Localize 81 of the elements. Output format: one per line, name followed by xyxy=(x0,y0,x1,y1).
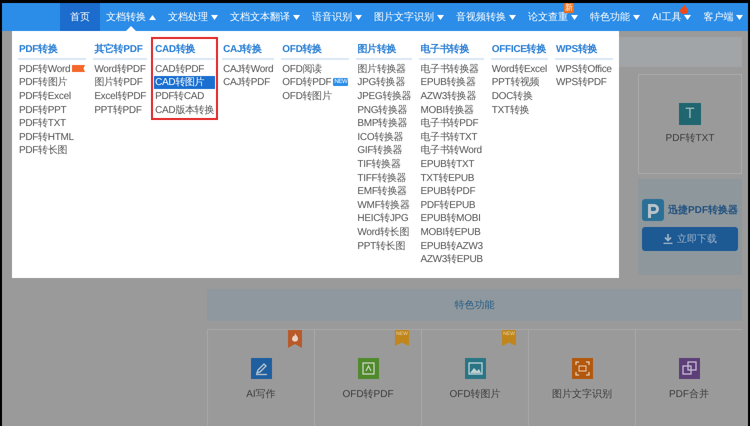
menu-item[interactable]: TXT转EPUB xyxy=(419,170,484,184)
new-badge: 新 xyxy=(564,3,574,13)
feature-label: OFD转图片 xyxy=(449,388,501,401)
text-file-icon: T xyxy=(679,103,701,125)
menu-item[interactable]: TIF转换器 xyxy=(356,157,412,171)
column-heading: CAJ转换 xyxy=(222,41,274,60)
menu-item[interactable]: 电子书转PDF xyxy=(419,116,484,130)
column-heading: 电子书转换 xyxy=(419,41,484,60)
menu-item[interactable]: JPG转换器 xyxy=(356,76,412,90)
feature-label: PDF合并 xyxy=(669,388,709,401)
menu-item[interactable]: TIFF转换器 xyxy=(356,170,412,184)
menu-item[interactable]: Word转PDF xyxy=(93,62,148,76)
column-heading: 图片转换 xyxy=(356,41,412,60)
menu-item[interactable]: MOBI转换器 xyxy=(419,102,484,116)
menu-item[interactable]: JPEG转换器 xyxy=(356,89,412,103)
menu-item[interactable]: PPT转长图 xyxy=(356,238,412,252)
menu-item[interactable]: PDF转CAD xyxy=(154,89,216,103)
menu-item[interactable]: HEIC转JPG xyxy=(356,212,412,226)
menu-item[interactable]: Word转长图 xyxy=(356,225,412,239)
menu-item[interactable]: TXT转换 xyxy=(490,102,548,116)
menu-item[interactable]: 图片转换器 xyxy=(356,62,412,76)
menu-item[interactable]: CAD版本转换 xyxy=(154,102,216,116)
menu-item[interactable]: CAJ转Word xyxy=(222,62,274,76)
menu-item[interactable]: CAD转PDF xyxy=(154,62,216,76)
menu-item[interactable]: PDF转Word xyxy=(18,62,86,76)
nav-item[interactable]: 首页 xyxy=(60,3,100,31)
menu-item[interactable]: DOC转换 xyxy=(490,89,548,103)
menu-item[interactable]: WPS转Office xyxy=(554,62,613,76)
feature-card[interactable]: 图片文字识别 xyxy=(528,329,635,426)
tool-card[interactable]: T PDF转TXT xyxy=(638,74,742,174)
section-header: 特色功能 xyxy=(207,289,742,321)
menu-item[interactable]: 电子书转Word xyxy=(419,144,484,158)
column-heading: CAD转换 xyxy=(154,41,216,60)
feature-label: AI写作 xyxy=(246,388,276,401)
feature-label: 图片文字识别 xyxy=(552,388,612,401)
menu-item[interactable]: EPUB转TXT xyxy=(419,157,484,171)
menu-item[interactable]: 电子书转换器 xyxy=(419,62,484,76)
menu-item[interactable]: PDF转HTML xyxy=(18,130,86,144)
menu-item[interactable]: EPUB转PDF xyxy=(419,184,484,198)
download-icon xyxy=(663,234,673,244)
menu-item[interactable]: PNG转换器 xyxy=(356,102,412,116)
menu-item[interactable]: AZW3转换器 xyxy=(419,89,484,103)
menu-item[interactable]: Excel转PDF xyxy=(93,89,148,103)
menu-item[interactable]: OFD阅读 xyxy=(281,62,350,76)
menu-item[interactable]: Word转Excel xyxy=(490,62,548,76)
menu-item[interactable]: 电子书转TXT xyxy=(419,130,484,144)
menu-item[interactable]: PDF转图片 xyxy=(18,76,86,90)
feature-label: OFD转PDF xyxy=(342,388,394,401)
menu-item[interactable]: CAD转图片 xyxy=(154,76,216,90)
menu-item[interactable]: MOBI转EPUB xyxy=(419,225,484,239)
menu-item[interactable]: EMF转换器 xyxy=(356,184,412,198)
menu-item[interactable]: OFD转图片 xyxy=(281,89,350,103)
menu-item[interactable]: PDF转TXT xyxy=(18,116,86,130)
app-logo-icon xyxy=(642,199,664,221)
fire-ribbon-icon xyxy=(288,330,302,348)
column-heading: PDF转换 xyxy=(18,41,86,60)
menu-item[interactable]: 图片转PDF xyxy=(93,76,148,90)
column-heading: OFFICE转换 xyxy=(490,41,548,60)
menu-item[interactable]: PPT转视频 xyxy=(490,76,548,90)
menu-item[interactable]: CAJ转PDF xyxy=(222,76,274,90)
column-heading: OFD转换 xyxy=(281,41,350,60)
menu-item[interactable]: EPUB转MOBI xyxy=(419,212,484,226)
menu-item[interactable]: PDF转Excel xyxy=(18,89,86,103)
app-name: 迅捷PDF转换器 xyxy=(668,204,738,217)
menu-item[interactable]: PDF转PPT xyxy=(18,102,86,116)
menu-item[interactable]: WPS转PDF xyxy=(554,76,613,90)
menu-item[interactable]: BMP转换器 xyxy=(356,116,412,130)
feature-card[interactable]: AI写作 xyxy=(207,329,314,426)
menu-item[interactable]: PDF转EPUB xyxy=(419,198,484,212)
tool-label: PDF转TXT xyxy=(666,132,714,145)
menu-item[interactable]: AZW3转EPUB xyxy=(419,252,484,266)
menu-item[interactable]: PDF转长图 xyxy=(18,144,86,158)
column-heading: WPS转换 xyxy=(554,41,613,60)
menu-item[interactable]: EPUB转AZW3 xyxy=(419,238,484,252)
menu-item[interactable]: ICO转换器 xyxy=(356,130,412,144)
feature-card[interactable]: PDF合并 xyxy=(635,329,742,426)
column-heading: 其它转PDF xyxy=(93,41,148,60)
menu-item[interactable]: WMF转换器 xyxy=(356,198,412,212)
menu-item[interactable]: GIF转换器 xyxy=(356,144,412,158)
menu-item[interactable]: EPUB转换器 xyxy=(419,76,484,90)
menu-item[interactable]: PPT转PDF xyxy=(93,102,148,116)
